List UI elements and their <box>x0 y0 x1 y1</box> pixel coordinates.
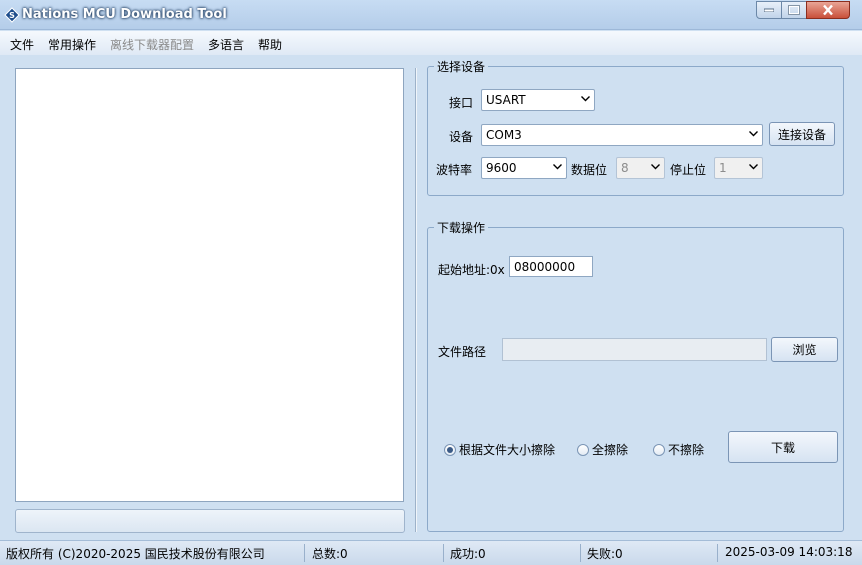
interface-value: USART <box>486 93 526 107</box>
device-select[interactable]: COM3 <box>481 124 763 146</box>
start-address-field[interactable] <box>510 257 592 276</box>
window-title: Nations MCU Download Tool <box>22 7 227 22</box>
status-bar: 版权所有 (C)2020-2025 国民技术股份有限公司 总数:0 成功:0 失… <box>0 540 862 565</box>
menu-offline-downloader-config[interactable]: 离线下载器配置 <box>110 36 194 53</box>
device-label: 设备 <box>449 130 474 144</box>
interface-select[interactable]: USART <box>481 89 595 111</box>
close-button[interactable] <box>806 1 850 19</box>
baud-rate-select[interactable]: 9600 <box>481 157 567 179</box>
menu-file[interactable]: 文件 <box>10 36 34 53</box>
erase-by-file-size-label: 根据文件大小擦除 <box>459 443 556 457</box>
stop-bits-label: 停止位 <box>670 163 707 177</box>
panel-splitter[interactable] <box>415 68 417 532</box>
radio-checked-icon <box>444 443 456 456</box>
menu-bar: 文件 常用操作 离线下载器配置 多语言 帮助 <box>0 31 862 55</box>
download-group-title: 下载操作 <box>434 219 489 236</box>
start-address-input[interactable] <box>509 256 593 277</box>
full-erase-radio[interactable]: 全擦除 <box>577 441 628 458</box>
app-logo-icon: S <box>4 7 20 23</box>
device-group-title: 选择设备 <box>434 58 489 75</box>
status-separator <box>304 544 305 562</box>
download-operation-group: 下载操作 起始地址:0x 文件路径 浏览 根据文件大小擦除 全擦除 不擦除 下载 <box>427 219 844 532</box>
file-path-field[interactable] <box>503 339 766 360</box>
download-button[interactable]: 下载 <box>728 431 838 463</box>
title-bar: S Nations MCU Download Tool <box>0 0 862 30</box>
close-icon <box>823 4 833 16</box>
browse-button[interactable]: 浏览 <box>771 337 838 362</box>
svg-text:S: S <box>9 11 15 20</box>
status-separator <box>580 544 581 562</box>
chevron-down-icon <box>581 96 590 102</box>
file-path-input[interactable] <box>502 338 767 361</box>
full-erase-label: 全擦除 <box>592 443 629 457</box>
data-bits-value: 8 <box>621 161 629 175</box>
baud-rate-value: 9600 <box>486 161 517 175</box>
stop-bits-value: 1 <box>719 161 727 175</box>
start-address-label: 起始地址:0x <box>438 263 505 277</box>
device-value: COM3 <box>486 128 522 142</box>
maximize-button[interactable] <box>781 1 807 19</box>
menu-common-ops[interactable]: 常用操作 <box>48 36 96 53</box>
radio-unchecked-icon <box>653 443 665 456</box>
copyright-text: 版权所有 (C)2020-2025 国民技术股份有限公司 <box>6 547 265 561</box>
data-bits-label: 数据位 <box>571 163 608 177</box>
radio-unchecked-icon <box>577 443 589 456</box>
no-erase-label: 不擦除 <box>668 443 705 457</box>
chevron-down-icon <box>553 164 562 170</box>
minimize-button[interactable] <box>756 1 782 19</box>
chevron-down-icon <box>651 164 660 170</box>
no-erase-radio[interactable]: 不擦除 <box>653 441 704 458</box>
chevron-down-icon <box>749 131 758 137</box>
total-count: 总数:0 <box>312 547 348 561</box>
baud-rate-label: 波特率 <box>436 163 473 177</box>
success-count: 成功:0 <box>450 547 486 561</box>
datetime-text: 2025-03-09 14:03:18 <box>725 545 853 559</box>
log-output-area[interactable] <box>15 68 404 502</box>
status-separator <box>443 544 444 562</box>
stop-bits-select[interactable]: 1 <box>714 157 763 179</box>
progress-bar <box>15 509 405 533</box>
menu-help[interactable]: 帮助 <box>258 36 282 53</box>
erase-by-file-size-radio[interactable]: 根据文件大小擦除 <box>444 441 555 458</box>
device-select-group: 选择设备 接口 USART 设备 COM3 连接设备 波特率 9600 数据位 … <box>427 58 844 196</box>
failed-count: 失败:0 <box>587 547 623 561</box>
chevron-down-icon <box>749 164 758 170</box>
data-bits-select[interactable]: 8 <box>616 157 665 179</box>
menu-language[interactable]: 多语言 <box>208 36 244 53</box>
minimize-icon <box>764 8 774 12</box>
status-separator <box>717 544 718 562</box>
file-path-label: 文件路径 <box>438 345 487 359</box>
connect-device-button[interactable]: 连接设备 <box>769 122 835 146</box>
interface-label: 接口 <box>449 96 474 110</box>
maximize-icon <box>788 5 800 15</box>
